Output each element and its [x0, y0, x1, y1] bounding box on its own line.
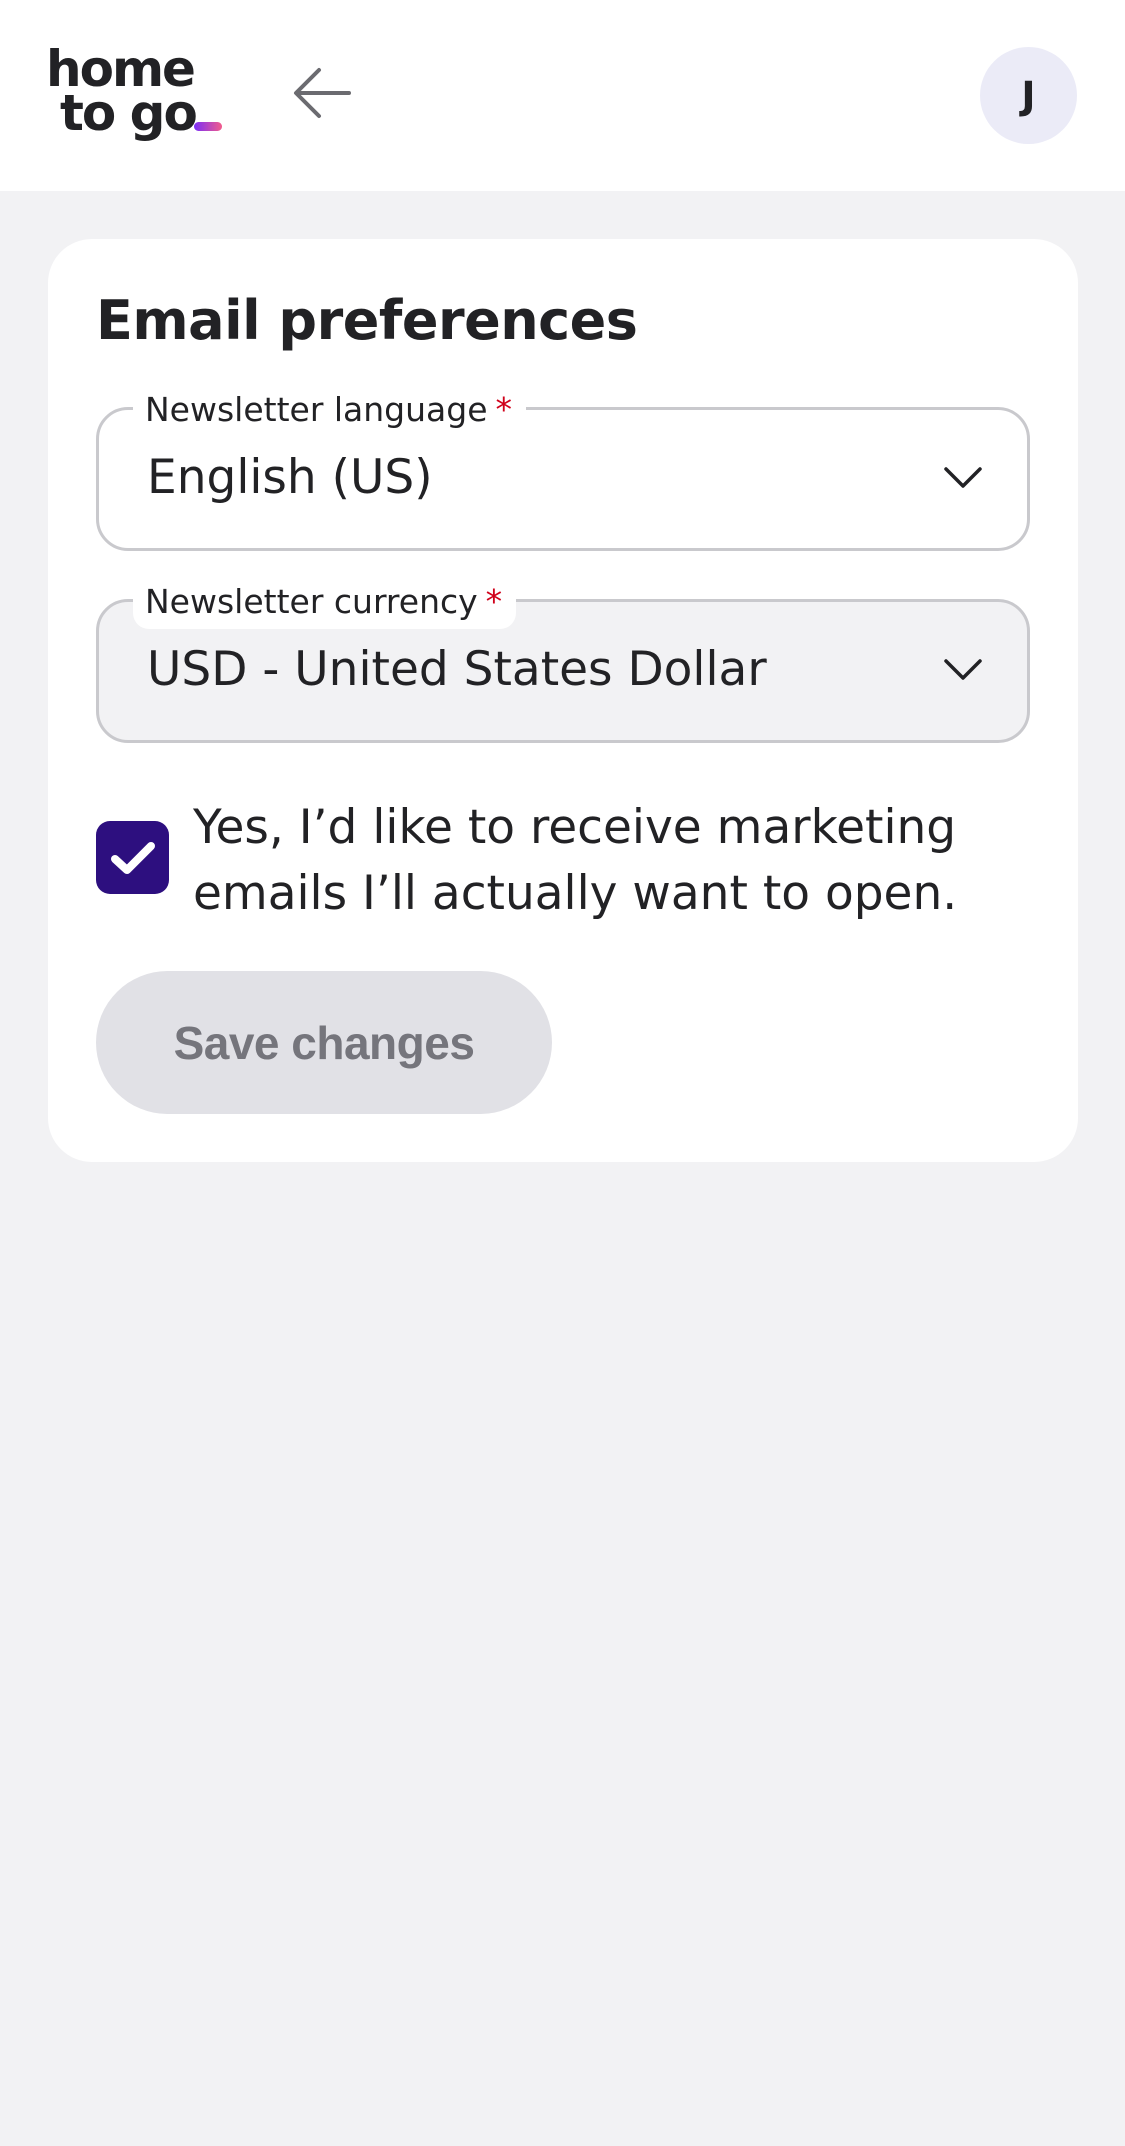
avatar-initial: J	[1021, 73, 1036, 118]
user-avatar[interactable]: J	[980, 47, 1077, 144]
logo-accent-bar	[194, 122, 222, 131]
newsletter-language-value: English (US)	[147, 450, 433, 505]
back-button[interactable]	[287, 58, 357, 128]
newsletter-language-label: Newsletter language *	[133, 386, 527, 437]
field-label-text: Newsletter language	[145, 390, 488, 429]
marketing-emails-label[interactable]: Yes, I’d like to receive marketing email…	[193, 795, 993, 927]
newsletter-language-select[interactable]: Newsletter language * English (US)	[96, 386, 1030, 551]
email-preferences-card: Email preferences Newsletter language * E…	[48, 239, 1078, 1162]
newsletter-currency-value: USD - United States Dollar	[147, 642, 767, 697]
arrow-left-icon	[294, 68, 351, 118]
page-title: Email preferences	[96, 289, 638, 352]
required-mark: *	[485, 582, 503, 621]
newsletter-currency-select[interactable]: Newsletter currency * USD - United States…	[96, 578, 1030, 743]
required-mark: *	[495, 390, 513, 429]
app-header: home to go J	[0, 0, 1125, 191]
hometogo-logo[interactable]: home to go	[46, 44, 236, 146]
checkmark-icon	[110, 841, 155, 874]
logo-line-2: to go	[60, 84, 198, 142]
chevron-down-icon	[944, 659, 982, 680]
newsletter-currency-label: Newsletter currency *	[133, 578, 517, 629]
chevron-down-icon	[944, 467, 982, 488]
marketing-emails-checkbox[interactable]	[96, 821, 169, 894]
field-label-text: Newsletter currency	[145, 582, 478, 621]
save-changes-button[interactable]: Save changes	[96, 971, 552, 1114]
